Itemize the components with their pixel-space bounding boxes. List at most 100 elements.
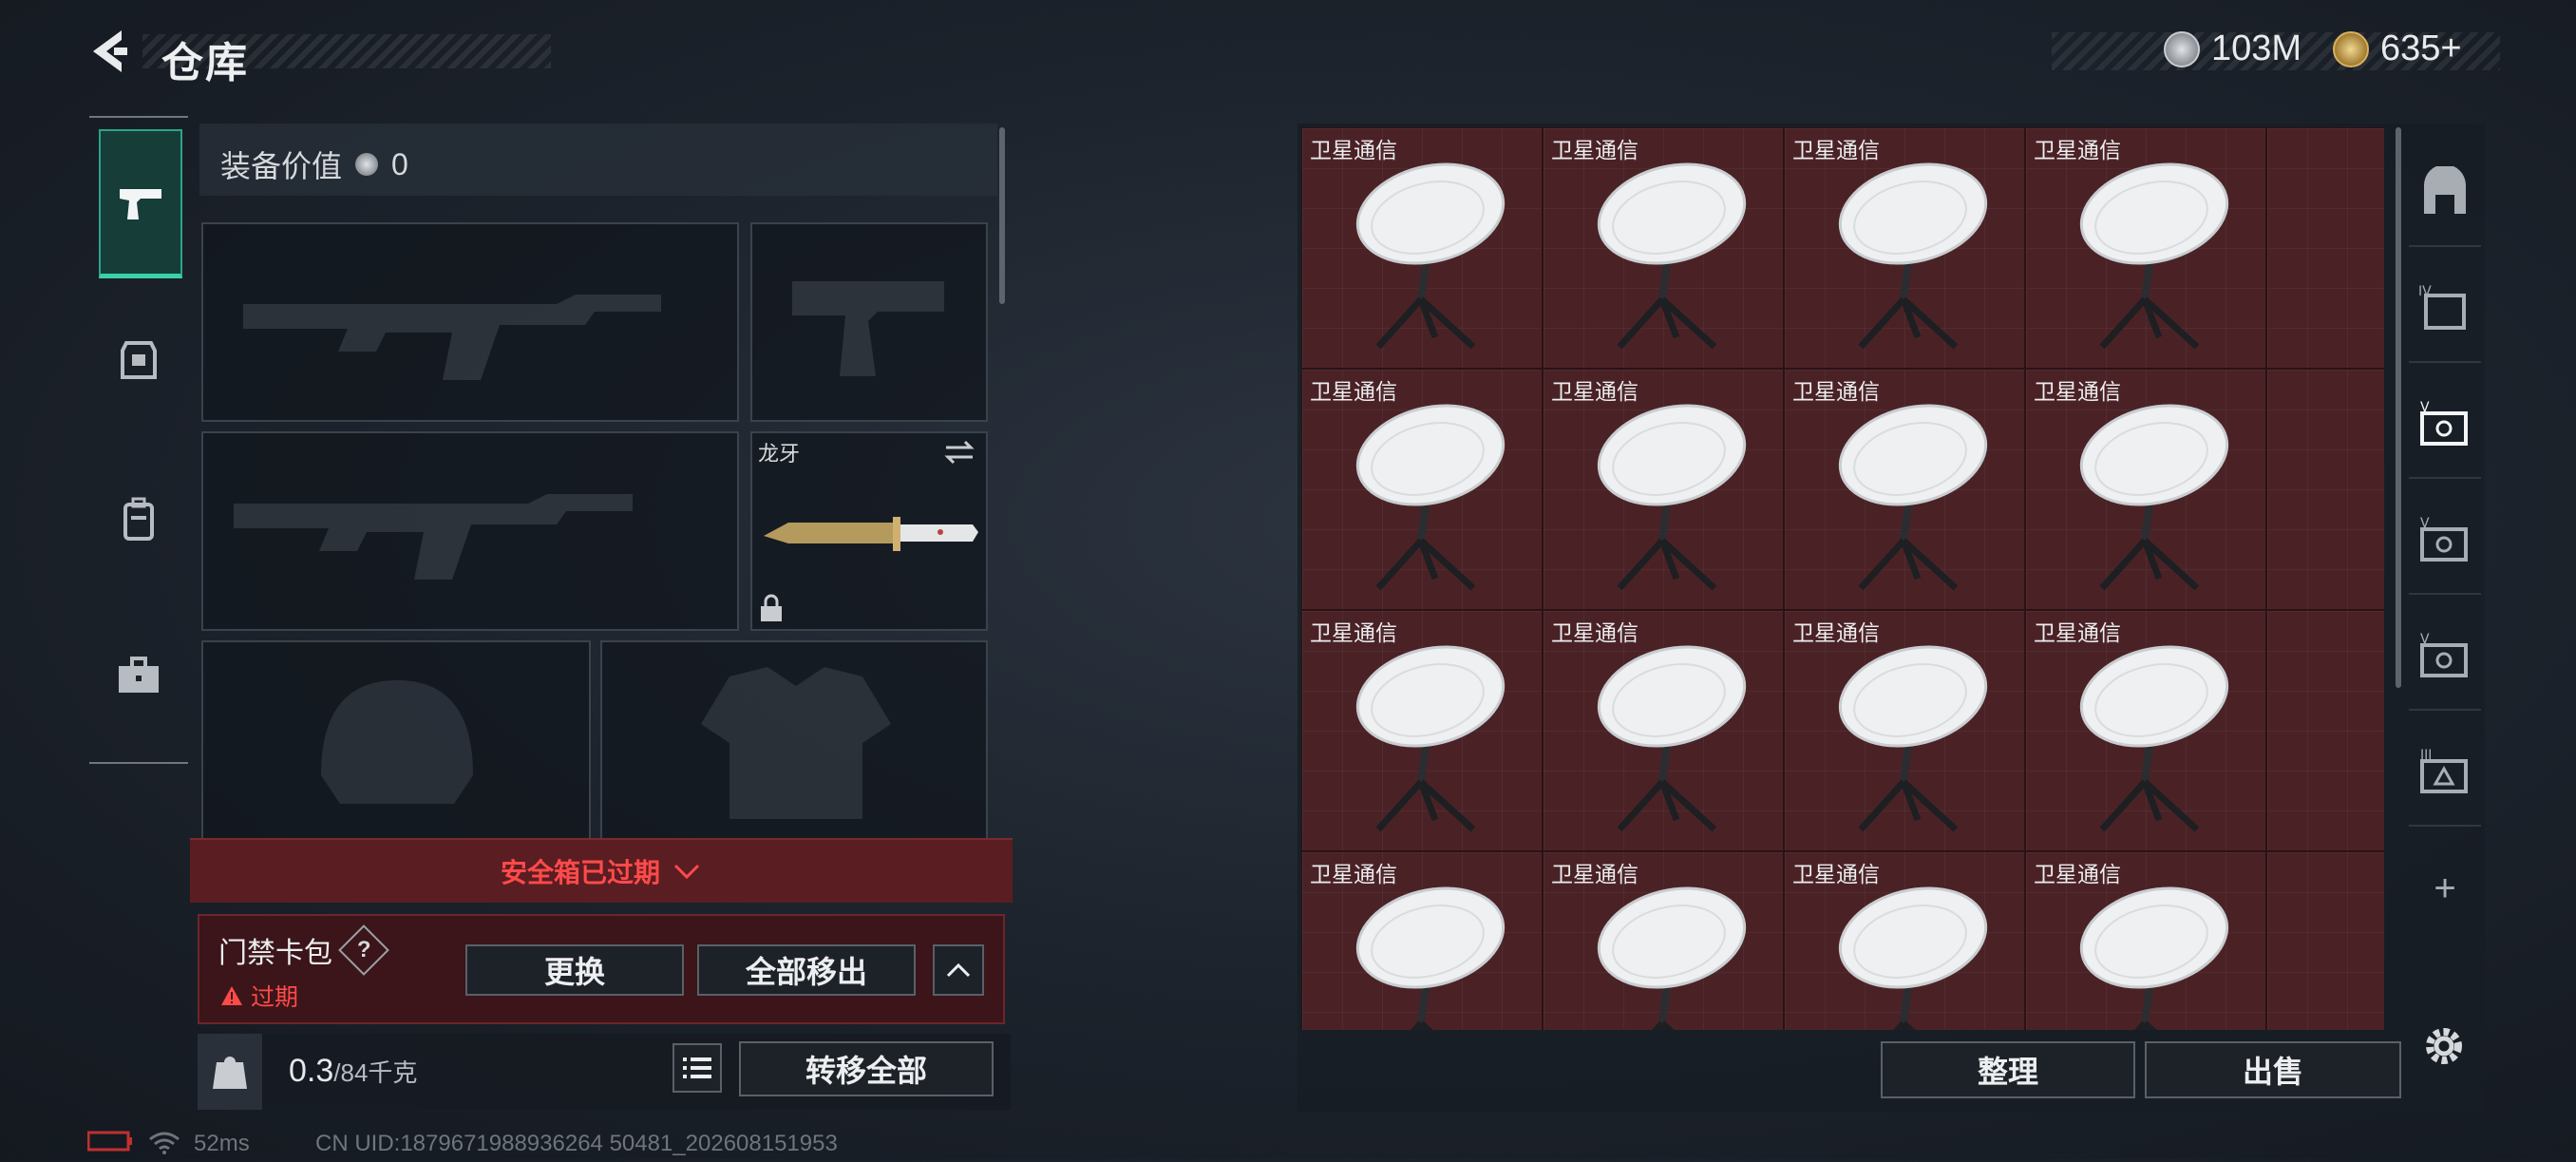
satellite-comm-item[interactable]: 卫星通信	[1301, 369, 1543, 610]
silver-currency-value: 103M	[2211, 29, 2302, 68]
satellite-dish-icon	[1838, 162, 1988, 350]
collapse-button[interactable]	[933, 944, 984, 996]
satellite-comm-item[interactable]: 卫星通信	[1301, 851, 1543, 1030]
satellite-comm-item[interactable]: 卫星通信	[2025, 610, 2266, 851]
svg-text:V: V	[2420, 400, 2430, 415]
list-view-button[interactable]	[672, 1043, 722, 1093]
satellite-comm-item[interactable]: 卫星通信	[1301, 610, 1543, 851]
helmet-silhouette-icon	[321, 680, 473, 804]
storage-tab-safe[interactable]	[2409, 141, 2481, 247]
item-name: 卫星通信	[2034, 379, 2121, 404]
uid-text: CN UID:1879671988936264 50481_2026081519…	[315, 1131, 838, 1156]
gold-currency-value: 635+	[2380, 29, 2462, 68]
pistol-silhouette-icon	[792, 281, 944, 376]
weight-current: 0.3	[289, 1053, 334, 1089]
item-name: 卫星通信	[1792, 620, 1880, 645]
satellite-comm-item[interactable]: 卫星通信	[1784, 610, 2025, 851]
satellite-comm-item[interactable]: 卫星通信	[1543, 851, 1784, 1030]
weight-max: /84千克	[333, 1058, 418, 1087]
chevron-up-icon	[946, 962, 971, 978]
swap-icon[interactable]	[942, 439, 976, 466]
pistol-slot[interactable]	[750, 222, 988, 422]
satellite-comm-item[interactable]: 卫星通信	[1543, 610, 1784, 851]
satellite-dish-icon	[2079, 404, 2229, 591]
storage-tab-IV-icon: IV	[2418, 284, 2466, 330]
chevron-down-icon	[673, 864, 700, 880]
add-storage-button[interactable]: +	[2409, 836, 2481, 941]
warning-icon	[221, 986, 242, 1005]
lock-icon	[761, 594, 782, 621]
storage-grid: 卫星通信卫星通信卫星通信卫星通信高级咖啡豆卫星通信卫星通信卫星通信卫星通信高级咖…	[1301, 127, 2384, 1030]
item-name: 卫星通信	[1551, 138, 1638, 162]
satellite-dish-icon	[1355, 162, 1506, 350]
item-name: 卫星通信	[1310, 862, 1397, 886]
satellite-comm-item[interactable]: 卫星通信	[2025, 369, 2266, 610]
sidebar-item-armor[interactable]	[99, 289, 179, 431]
card-pack-label: 门禁卡包	[218, 938, 332, 969]
satellite-comm-item[interactable]: 卫星通信	[1301, 127, 1543, 369]
dragon-fang-knife-icon	[764, 517, 978, 551]
satellite-dish-icon	[1355, 404, 1506, 591]
satellite-comm-item[interactable]: 卫星通信	[1543, 127, 1784, 369]
satellite-comm-item[interactable]: 卫星通信	[1784, 851, 2025, 1030]
armor-slot[interactable]	[600, 640, 988, 840]
storage-tabs: IV V V V III +	[2409, 124, 2481, 912]
coffee-beans-item[interactable]: 高级咖啡豆	[2266, 369, 2384, 610]
wifi-icon	[148, 1131, 180, 1162]
satellite-dish-icon	[2079, 162, 2229, 350]
equipment-scrollbar[interactable]	[999, 127, 1005, 304]
settings-button[interactable]	[2420, 1022, 2468, 1075]
sell-button[interactable]: 出售	[2145, 1041, 2401, 1098]
satellite-comm-item[interactable]: 卫星通信	[1784, 369, 2025, 610]
helmet-slot[interactable]	[201, 640, 591, 840]
primary-weapon-slot[interactable]	[201, 222, 739, 422]
satellite-dish-icon	[1597, 886, 1747, 1030]
storage-tab-V-icon: V	[2420, 400, 2468, 446]
silver-currency[interactable]: 103M	[2164, 29, 2301, 69]
sidebar-item-weapons[interactable]	[99, 129, 182, 278]
storage-tab-V3-icon: V	[2420, 632, 2468, 677]
item-name: 卫星通信	[1310, 620, 1397, 645]
satellite-dish-icon	[1597, 404, 1747, 591]
sidebar-item-case[interactable]	[99, 604, 179, 747]
chevron-left-icon	[93, 30, 127, 72]
item-name: 卫星通信	[1792, 862, 1880, 886]
coffee-beans-item[interactable]: 高级咖啡豆	[2266, 851, 2384, 1030]
satellite-comm-item[interactable]: 卫星通信	[1543, 369, 1784, 610]
remove-all-button[interactable]: 全部移出	[697, 944, 916, 996]
storage-tab-III[interactable]: III	[2409, 720, 2481, 827]
secondary-weapon-slot[interactable]	[201, 431, 739, 631]
replace-button[interactable]: 更换	[465, 944, 684, 996]
storage-tab-V3[interactable]: V	[2409, 604, 2481, 711]
melee-slot[interactable]: 龙牙	[750, 431, 988, 631]
satellite-dish-icon	[2079, 886, 2229, 1030]
equipment-value-label: 装备价值	[220, 149, 343, 183]
gold-currency[interactable]: 635+	[2333, 29, 2462, 69]
weight-icon	[198, 1034, 262, 1110]
storage-tab-V2-icon: V	[2420, 516, 2468, 562]
satellite-comm-item[interactable]: 卫星通信	[2025, 127, 2266, 369]
storage-scrollbar[interactable]	[2396, 127, 2401, 688]
gold-coin-icon	[2333, 30, 2369, 67]
satellite-comm-item[interactable]: 卫星通信	[2025, 851, 2266, 1030]
sidebar-item-backpack[interactable]	[99, 448, 179, 591]
transfer-all-button[interactable]: 转移全部	[739, 1041, 994, 1096]
storage-tab-V-active[interactable]: V	[2409, 372, 2481, 479]
storage-tab-V2[interactable]: V	[2409, 488, 2481, 595]
help-icon[interactable]: ?	[338, 924, 389, 976]
briefcase-icon	[119, 657, 159, 693]
vest-silhouette-icon	[701, 667, 891, 819]
coffee-beans-bag-icon	[2379, 427, 2384, 560]
svg-text:V: V	[2420, 632, 2430, 647]
storage-tab-IV[interactable]: IV	[2409, 257, 2481, 363]
sort-button[interactable]: 整理	[1881, 1041, 2135, 1098]
back-button[interactable]	[85, 27, 133, 76]
weight-readout: 0.3/84千克	[289, 1053, 417, 1090]
coffee-beans-item[interactable]: 高级咖啡豆	[2266, 127, 2384, 369]
safe-box-expired-banner[interactable]: 安全箱已过期	[190, 838, 1013, 903]
coffee-beans-item[interactable]: 高级咖啡豆	[2266, 610, 2384, 851]
item-name: 卫星通信	[1551, 620, 1638, 645]
satellite-comm-item[interactable]: 卫星通信	[1784, 127, 2025, 369]
equipment-sidebar	[89, 116, 188, 764]
armor-rig-icon	[121, 341, 157, 379]
